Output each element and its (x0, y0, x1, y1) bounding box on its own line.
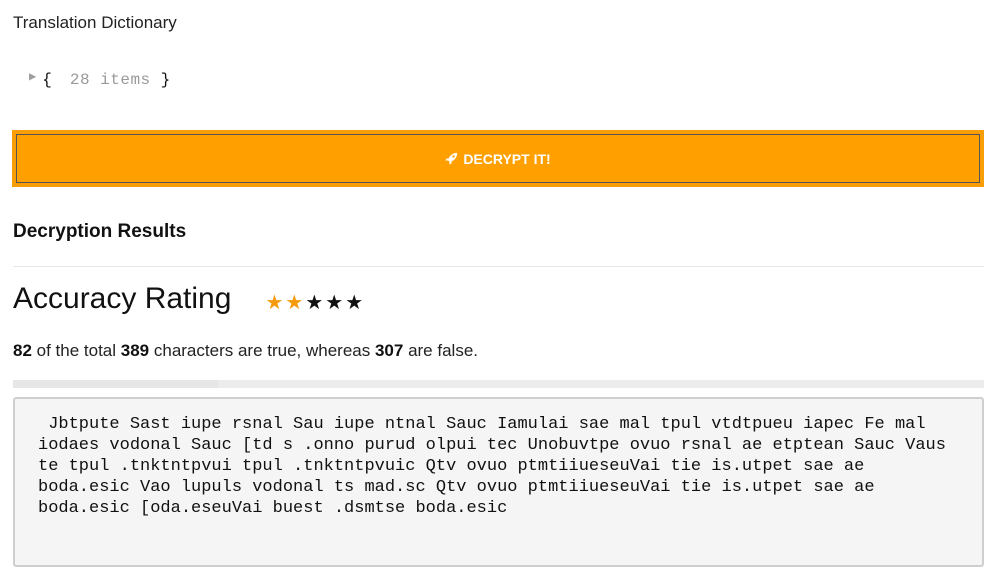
accuracy-progress-fill (13, 380, 218, 388)
decrypt-button[interactable]: DECRYPT IT! (16, 134, 980, 183)
accuracy-stars: ★ ★ ★ ★ ★ (265, 293, 365, 313)
stats-text-3: are false. (403, 341, 478, 360)
stats-text-1: of the total (31, 341, 121, 360)
json-item-count: 28 items (69, 71, 151, 89)
results-heading: Decryption Results (13, 221, 187, 242)
accuracy-progress-bar (13, 380, 984, 388)
accuracy-stats: 82 of the total 389 characters are true,… (13, 341, 478, 361)
star-empty-icon: ★ (305, 292, 324, 314)
decrypt-button-frame: DECRYPT IT! (12, 130, 984, 187)
results-divider (13, 266, 984, 267)
accuracy-title: Accuracy Rating (13, 282, 232, 315)
accuracy-row: Accuracy Rating ★ ★ ★ ★ ★ (13, 282, 365, 316)
dictionary-title: Translation Dictionary (13, 13, 177, 32)
true-count: 82 (13, 341, 32, 360)
json-open-brace: { (42, 71, 52, 89)
star-filled-icon: ★ (285, 292, 304, 314)
star-empty-icon: ★ (325, 292, 344, 314)
total-count: 389 (120, 341, 150, 360)
expand-triangle-icon[interactable]: ▶ (29, 69, 36, 84)
star-empty-icon: ★ (345, 292, 364, 314)
star-filled-icon: ★ (265, 292, 284, 314)
decrypt-button-label: DECRYPT IT! (463, 150, 551, 167)
dictionary-json-viewer[interactable]: ▶ { 28 items } (29, 69, 171, 90)
rocket-icon (445, 152, 458, 165)
false-count: 307 (374, 341, 404, 360)
json-close-brace: } (160, 71, 171, 89)
stats-text-2: characters are true, whereas (149, 341, 375, 360)
decrypted-output[interactable]: Jbtpute Sast iupe rsnal Sau iupe ntnal S… (13, 397, 984, 567)
